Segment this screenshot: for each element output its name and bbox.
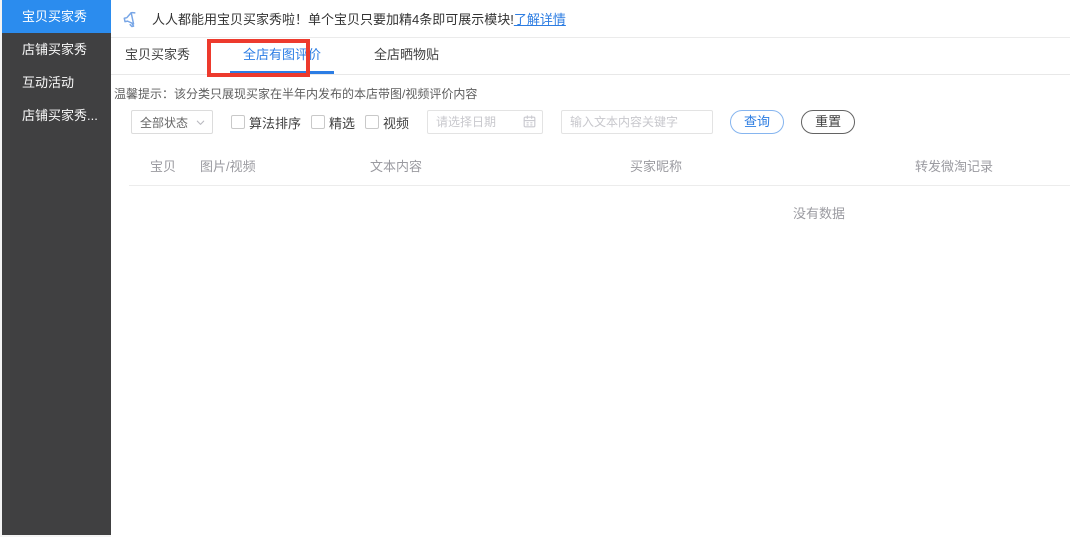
sidebar-item-shop-buyer-show[interactable]: 店铺买家秀	[2, 33, 111, 66]
column-header-buyer-nickname: 买家昵称	[630, 156, 915, 175]
banner-detail-link[interactable]: 了解详情	[514, 9, 566, 28]
date-picker	[427, 110, 543, 134]
column-header-item: 宝贝	[150, 156, 200, 175]
calendar-icon[interactable]	[522, 114, 537, 134]
main-content: 人人都能用宝贝买家秀啦！单个宝贝只要加精4条即可展示模块!了解详情 宝贝买家秀 …	[111, 0, 1070, 537]
tab-shop-photo-reviews[interactable]: 全店有图评价	[230, 38, 334, 74]
status-select[interactable]: 全部状态	[131, 110, 213, 134]
tab-shop-show-posts[interactable]: 全店晒物贴	[363, 38, 450, 74]
status-select-value: 全部状态	[140, 114, 188, 131]
checkbox-label: 精选	[329, 113, 355, 132]
buyer-show-admin-page: 宝贝买家秀 店铺买家秀 互动活动 店铺买家秀... 人人都能用宝贝买家秀啦！单个…	[0, 0, 1070, 537]
banner-text: 人人都能用宝贝买家秀啦！单个宝贝只要加精4条即可展示模块!	[152, 9, 514, 28]
checkbox-video[interactable]: 视频	[365, 113, 409, 132]
keyword-input[interactable]	[561, 110, 713, 134]
reviews-table: 宝贝 图片/视频 文本内容 买家昵称 转发微淘记录 没有数据	[129, 146, 1070, 222]
notice-banner: 人人都能用宝贝买家秀啦！单个宝贝只要加精4条即可展示模块!了解详情	[111, 0, 1070, 38]
checkbox-label: 视频	[383, 113, 409, 132]
empty-state-text: 没有数据	[129, 186, 1070, 222]
tab-bar: 宝贝买家秀 全店有图评价 全店晒物贴	[111, 38, 1070, 75]
chevron-down-icon	[195, 117, 206, 128]
megaphone-icon	[119, 7, 143, 31]
filter-bar: 全部状态 算法排序 精选 视频	[131, 110, 1070, 134]
sidebar-item-shop-buyer-show-2[interactable]: 店铺买家秀...	[2, 99, 111, 132]
filter-checkbox-group: 算法排序 精选 视频	[231, 113, 419, 132]
sidebar-item-interactive-activity[interactable]: 互动活动	[2, 66, 111, 99]
sidebar: 宝贝买家秀 店铺买家秀 互动活动 店铺买家秀...	[0, 0, 111, 537]
column-header-media: 图片/视频	[200, 156, 370, 175]
reset-button[interactable]: 重置	[801, 110, 855, 134]
column-header-text-content: 文本内容	[370, 156, 630, 175]
table-header-row: 宝贝 图片/视频 文本内容 买家昵称 转发微淘记录	[129, 146, 1070, 186]
checkbox-label: 算法排序	[249, 113, 301, 132]
checkbox-featured[interactable]: 精选	[311, 113, 355, 132]
hint-text: 温馨提示：该分类只展现买家在半年内发布的本店带图/视频评价内容	[111, 75, 1070, 103]
column-header-forward-record: 转发微淘记录	[915, 156, 1070, 175]
checkbox-box[interactable]	[365, 115, 379, 129]
tab-item-buyer-show[interactable]: 宝贝买家秀	[114, 38, 201, 74]
checkbox-box[interactable]	[231, 115, 245, 129]
sidebar-item-item-buyer-show[interactable]: 宝贝买家秀	[2, 0, 111, 33]
search-button[interactable]: 查询	[730, 110, 784, 134]
checkbox-algorithm-sort[interactable]: 算法排序	[231, 113, 301, 132]
checkbox-box[interactable]	[311, 115, 325, 129]
